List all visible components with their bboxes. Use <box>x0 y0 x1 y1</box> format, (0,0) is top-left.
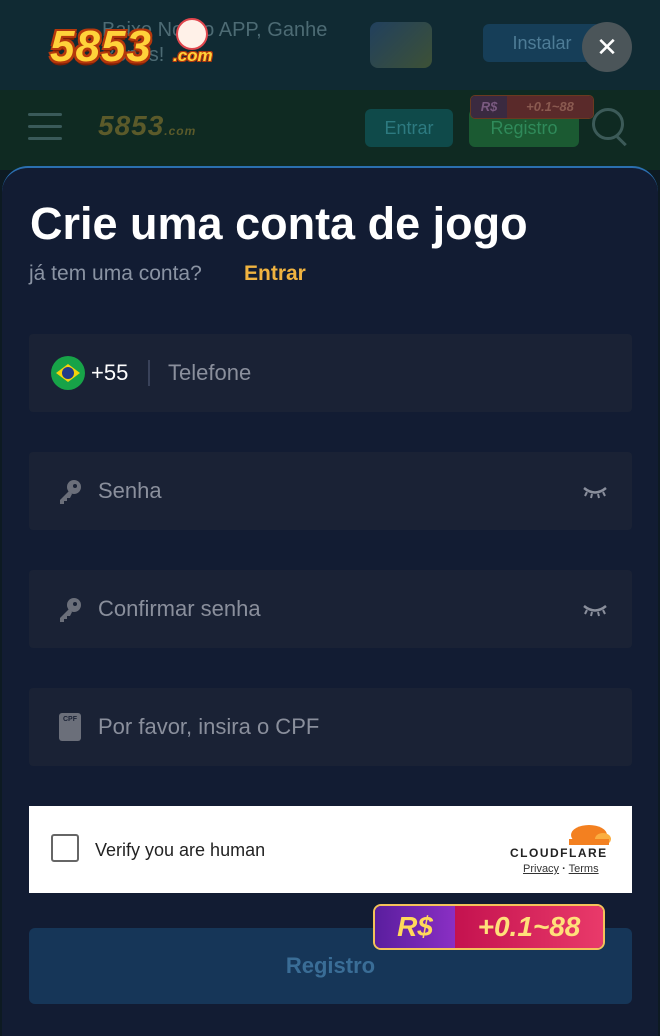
modal-title: Crie uma conta de jogo <box>30 198 528 249</box>
gift-icon <box>370 22 432 68</box>
login-link[interactable]: Entrar <box>244 262 306 286</box>
id-card-icon: CPF <box>59 713 81 741</box>
navbar-login-button: Entrar <box>365 109 453 147</box>
have-account-text: já tem uma conta? <box>29 262 202 285</box>
terms-link[interactable]: Terms <box>569 863 599 875</box>
password-input[interactable]: Senha <box>98 452 162 530</box>
eye-closed-icon[interactable] <box>582 603 608 617</box>
bonus-promo-badge[interactable]: R$ +0.1~88 <box>373 904 605 950</box>
search-icon <box>592 108 624 140</box>
password-field[interactable]: Senha <box>29 452 632 530</box>
navbar-logo: 5853.com <box>98 110 197 141</box>
navbar-bonus-badge: R$ +0.1~88 <box>470 95 594 119</box>
captcha-label: Verify you are human <box>95 840 266 860</box>
confirm-password-field[interactable]: Confirmar senha <box>29 570 632 648</box>
eye-closed-icon[interactable] <box>582 485 608 499</box>
cpf-input[interactable]: Por favor, insira o CPF <box>98 688 319 766</box>
close-icon: ✕ <box>596 32 618 62</box>
cloudflare-captcha: Verify you are human CLOUDFLARE Privacy … <box>29 806 632 893</box>
key-icon <box>60 598 81 622</box>
close-button[interactable]: ✕ <box>582 22 632 72</box>
cloudflare-wordmark: CLOUDFLARE <box>510 846 608 860</box>
cloudflare-cloud-icon <box>569 825 611 845</box>
phone-input[interactable]: Telefone <box>168 334 251 412</box>
menu-icon <box>28 113 62 143</box>
country-code[interactable]: +55 <box>91 334 128 412</box>
captcha-checkbox[interactable] <box>51 834 79 862</box>
key-icon <box>60 480 81 504</box>
app-logo: 5853 .com <box>28 14 218 74</box>
brazil-flag-icon[interactable] <box>51 356 85 390</box>
captcha-links: Privacy · Terms <box>523 863 599 875</box>
confirm-password-input[interactable]: Confirmar senha <box>98 570 261 648</box>
cpf-field[interactable]: CPF Por favor, insira o CPF <box>29 688 632 766</box>
phone-field[interactable]: +55 Telefone <box>29 334 632 412</box>
divider <box>148 360 150 386</box>
privacy-link[interactable]: Privacy <box>523 863 559 875</box>
